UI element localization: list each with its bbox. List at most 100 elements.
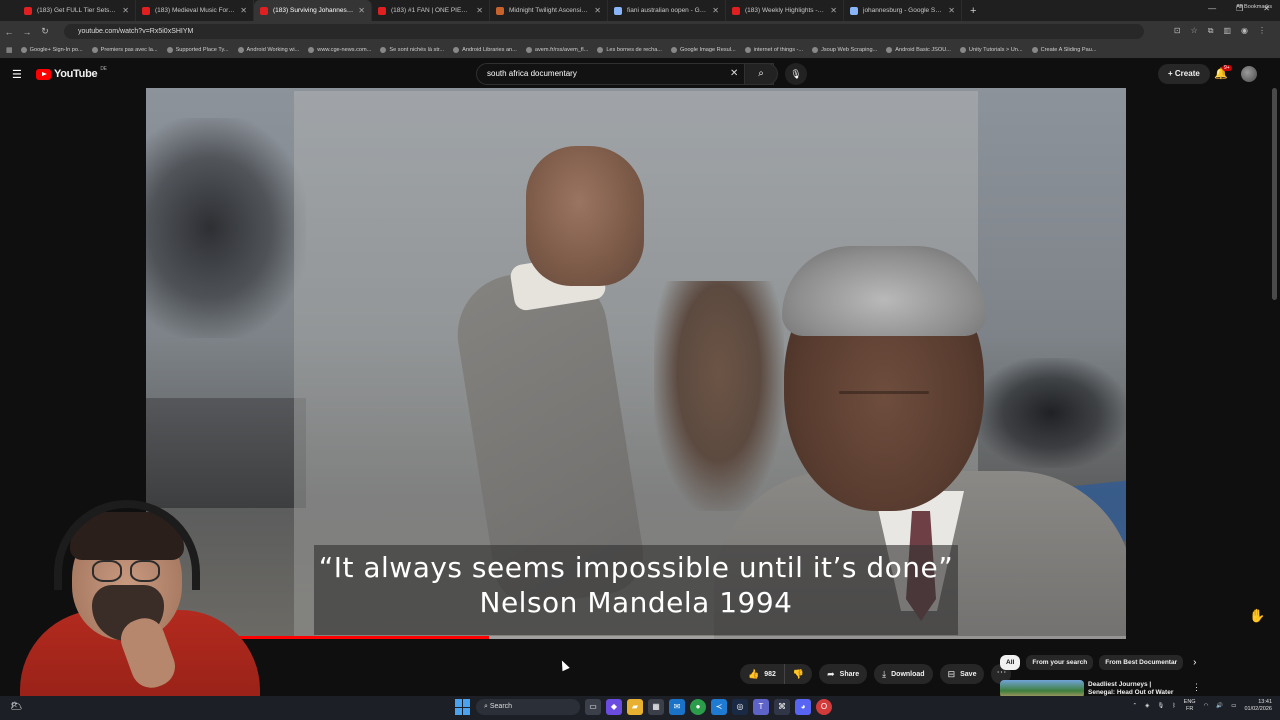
back-icon[interactable]: ← xyxy=(0,27,18,37)
teams-icon[interactable]: T xyxy=(753,699,769,715)
video-progress-bar[interactable] xyxy=(146,636,1126,639)
wifi-icon[interactable]: ◠ xyxy=(1204,703,1209,709)
new-tab-button[interactable]: + xyxy=(970,5,976,17)
all-bookmarks-button[interactable]: All Bookmarks xyxy=(1236,4,1272,10)
tray-mic-icon[interactable]: 🎙 xyxy=(1157,703,1164,709)
menu-icon[interactable]: ⋮ xyxy=(1258,26,1266,36)
search-button[interactable]: ⌕ xyxy=(744,63,778,85)
create-button[interactable]: + Create xyxy=(1158,64,1210,84)
steam-icon[interactable]: ◎ xyxy=(732,699,748,715)
tab-close-icon[interactable]: ✕ xyxy=(476,6,483,15)
account-avatar[interactable] xyxy=(1241,66,1257,82)
chip-from-best-documentaries[interactable]: From Best Documentar xyxy=(1099,655,1184,670)
outlook-icon[interactable]: ✉ xyxy=(669,699,685,715)
profile-icon[interactable]: ◉ xyxy=(1241,26,1248,36)
discord-icon[interactable]: ◕ xyxy=(795,699,811,715)
volume-icon[interactable]: 🔊 xyxy=(1216,703,1223,709)
reload-icon[interactable]: ↻ xyxy=(36,26,54,37)
bookmark-item[interactable]: Supported Place Ty... xyxy=(166,47,229,53)
bookmark-item[interactable]: Android Working wi... xyxy=(237,47,299,53)
file-explorer-icon[interactable]: ▰ xyxy=(627,699,643,715)
bookmark-item[interactable]: Google+ Sign-In po... xyxy=(20,47,83,53)
copilot-icon[interactable]: ◆ xyxy=(606,699,622,715)
sidebar-icon[interactable]: ▥ xyxy=(1223,26,1231,36)
clock[interactable]: 13:41 01/02/2026 xyxy=(1244,699,1272,713)
quote-attribution: Nelson Mandela 1994 xyxy=(479,586,793,619)
bookmark-item[interactable]: Create A Sliding Pau... xyxy=(1031,47,1097,53)
bookmark-favicon-icon xyxy=(670,47,677,53)
battery-icon[interactable]: ▭ xyxy=(1231,703,1236,709)
browser-tab[interactable]: (183) Get FULL Tier Sets FAST I ✕ xyxy=(18,0,136,21)
bookmark-item[interactable]: www.cge-news.com... xyxy=(308,47,371,53)
language-indicator[interactable]: ENG FR xyxy=(1184,699,1196,713)
taskbar-search[interactable]: ⌕ Search xyxy=(476,699,580,715)
clock-time: 13:41 xyxy=(1258,699,1272,705)
bookmark-item[interactable]: Premiers pas avec la... xyxy=(91,47,158,53)
bookmark-item[interactable]: Se sont nichés là str... xyxy=(380,47,444,53)
clear-search-icon[interactable]: ✕ xyxy=(730,68,738,79)
recommended-title[interactable]: Deadliest Journeys | Senegal: Head Out o… xyxy=(1088,681,1178,697)
windows-taskbar: 🌥 ⌕ Search ▭ ◆ ▰ ▦ ✉ ● ≺ ◎ T ⌘ ◕ O ⌃ ◈ 🎙… xyxy=(0,696,1280,720)
bookmark-item[interactable]: Les bornes de recha... xyxy=(597,47,662,53)
tab-close-icon[interactable]: ✕ xyxy=(594,6,601,15)
youtube-play-icon xyxy=(36,68,51,80)
save-button[interactable]: ⊟ Save xyxy=(939,664,985,684)
browser-tab[interactable]: Midnight Twilight Ascension Pa ✕ xyxy=(490,0,608,21)
dislike-button[interactable]: 👎 xyxy=(784,664,813,684)
tab-close-icon[interactable]: ✕ xyxy=(122,6,129,15)
bookmark-item[interactable]: internet of things -... xyxy=(744,47,803,53)
bookmark-item[interactable]: avem.fr/rss/avem_fl... xyxy=(525,47,588,53)
recommended-menu-icon[interactable]: ⋮ xyxy=(1192,682,1201,693)
hamburger-menu-icon[interactable]: ☰ xyxy=(12,68,22,81)
tray-app-icon[interactable]: ◈ xyxy=(1145,703,1149,709)
store-icon[interactable]: ▦ xyxy=(648,699,664,715)
browser-tab[interactable]: (183) Surviving Johannesburg ✕ xyxy=(254,0,372,21)
bookmark-item[interactable]: Unity Tutorials > Un... xyxy=(959,47,1023,53)
tab-close-icon[interactable]: ✕ xyxy=(712,6,719,15)
bookmark-label: Se sont nichés là str... xyxy=(389,47,445,53)
chevron-right-icon[interactable]: › xyxy=(1193,657,1196,668)
chrome-icon[interactable]: ● xyxy=(690,699,706,715)
extensions-icon[interactable]: ⧉ xyxy=(1208,26,1214,36)
address-bar[interactable]: youtube.com/watch?v=Rx5i0xSHIYM xyxy=(64,24,1144,39)
browser-tab[interactable]: (183) #1 FAN | ONE PIECE | Re ✕ xyxy=(372,0,490,21)
tray-chevron-icon[interactable]: ⌃ xyxy=(1133,703,1138,709)
youtube-logo[interactable]: YouTube DE xyxy=(36,66,107,80)
tab-close-icon[interactable]: ✕ xyxy=(358,6,365,15)
browser-tab[interactable]: fiani australian oopen - Googl ✕ xyxy=(608,0,726,21)
opera-icon[interactable]: O xyxy=(816,699,832,715)
browser-tab[interactable]: (183) Medieval Music For Focus ✕ xyxy=(136,0,254,21)
start-button[interactable] xyxy=(455,699,471,715)
minimize-icon[interactable]: — xyxy=(1208,4,1216,13)
bookmark-label: Google+ Sign-In po... xyxy=(29,47,83,53)
like-button[interactable]: 👍 982 xyxy=(740,664,785,684)
browser-tab[interactable]: johannesburg - Google Search ✕ xyxy=(844,0,962,21)
star-icon[interactable]: ☆ xyxy=(1191,26,1198,36)
install-icon[interactable]: ⊡ xyxy=(1174,26,1181,36)
apps-icon[interactable]: ▦ xyxy=(6,46,13,54)
browser-tab[interactable]: (183) Weekly Highlights - High ✕ xyxy=(726,0,844,21)
game-icon[interactable]: ⌘ xyxy=(774,699,790,715)
side-hand-icon[interactable]: ✋ xyxy=(1249,608,1265,626)
page-scrollbar[interactable] xyxy=(1272,88,1277,300)
bookmark-item[interactable]: Android Libraries an... xyxy=(453,47,517,53)
share-button[interactable]: ➦ Share xyxy=(819,664,868,684)
tray-bluetooth-icon[interactable]: ᛒ xyxy=(1172,703,1175,709)
bookmark-item[interactable]: Android Basic JSOU... xyxy=(886,47,951,53)
tab-close-icon[interactable]: ✕ xyxy=(240,6,247,15)
download-button[interactable]: ⤓ Download xyxy=(874,664,933,684)
forward-icon[interactable]: → xyxy=(18,27,36,37)
tab-title: Midnight Twilight Ascension Pa xyxy=(509,7,590,14)
tab-close-icon[interactable]: ✕ xyxy=(830,6,837,15)
chip-all[interactable]: All xyxy=(1000,655,1021,670)
tab-favicon-icon xyxy=(732,6,740,15)
widget-icon[interactable]: 🌥 xyxy=(10,701,23,712)
video-player[interactable]: “It always seems impossible until it’s d… xyxy=(146,88,1126,639)
voice-search-button[interactable]: 🎙 xyxy=(785,63,807,85)
chip-from-your-search[interactable]: From your search xyxy=(1026,655,1094,670)
vscode-icon[interactable]: ≺ xyxy=(711,699,727,715)
tab-close-icon[interactable]: ✕ xyxy=(948,6,955,15)
bookmark-item[interactable]: Jsoup Web Scraping... xyxy=(812,47,877,53)
bookmark-item[interactable]: Google Image Resul... xyxy=(670,47,736,53)
task-view-icon[interactable]: ▭ xyxy=(585,699,601,715)
